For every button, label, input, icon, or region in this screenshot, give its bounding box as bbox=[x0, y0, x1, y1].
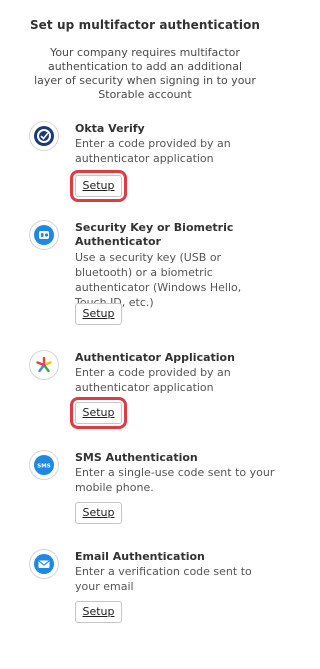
security-key-icon bbox=[29, 220, 59, 250]
page-description: Your company requires multifactor authen… bbox=[34, 46, 256, 101]
factor-title: Email Authentication bbox=[75, 550, 205, 563]
factor-description: Enter a verification code sent to your e… bbox=[75, 565, 252, 593]
factor-description: Enter a single-use code sent to your mob… bbox=[75, 466, 275, 494]
email-icon bbox=[29, 549, 59, 579]
factor-title: Okta Verify bbox=[75, 122, 145, 135]
security-key-setup-button[interactable]: Setup bbox=[75, 303, 122, 325]
email-setup-button[interactable]: Setup bbox=[75, 601, 122, 623]
authenticator-app-icon bbox=[29, 350, 59, 380]
factor-description: Enter a code provided by an authenticato… bbox=[75, 137, 231, 165]
sms-setup-button[interactable]: Setup bbox=[75, 502, 122, 524]
factor-description: Enter a code provided by an authenticato… bbox=[75, 366, 231, 394]
factor-title: Authenticator Application bbox=[75, 351, 235, 364]
authenticator-app-setup-button[interactable]: Setup bbox=[70, 397, 127, 429]
page-title: Set up multifactor authentication bbox=[29, 18, 261, 32]
sms-icon: SMS bbox=[29, 450, 59, 480]
sms-icon-text: SMS bbox=[37, 463, 50, 469]
factor-description: Use a security key (USB or bluetooth) or… bbox=[75, 251, 242, 309]
okta-verify-setup-button[interactable]: Setup bbox=[70, 170, 127, 202]
factor-title: SMS Authentication bbox=[75, 451, 198, 464]
okta-verify-icon bbox=[29, 121, 59, 151]
factor-title: Security Key or Biometric Authenticator bbox=[75, 221, 234, 248]
